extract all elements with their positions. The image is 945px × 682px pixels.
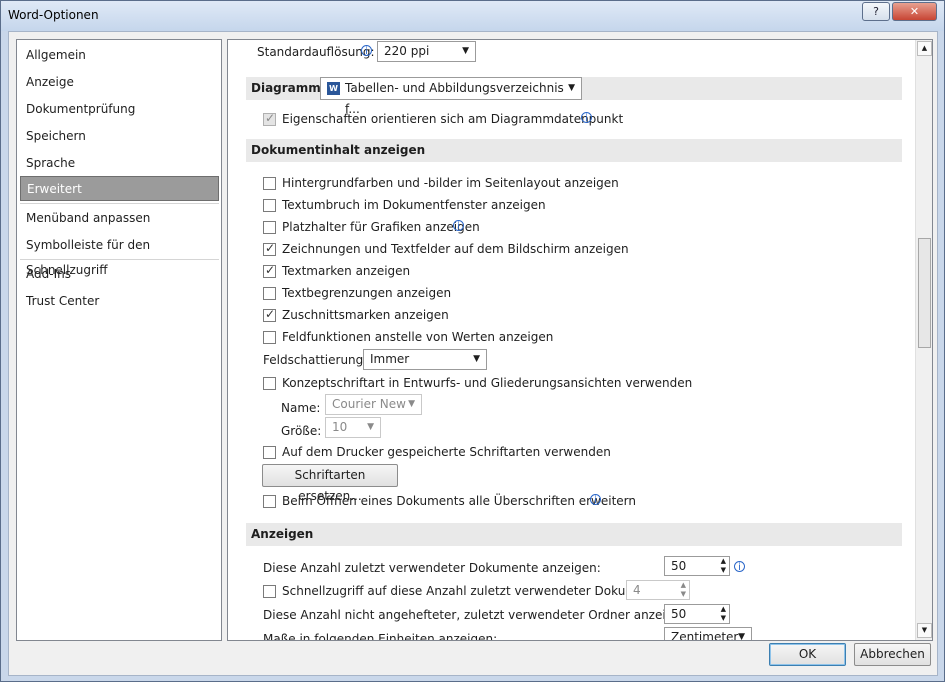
font-name-combo[interactable]: Courier New ▼ (325, 394, 422, 415)
nav-item-allgemein[interactable]: Allgemein (20, 43, 219, 68)
dialog-client-area: Allgemein Anzeige Dokumentprüfung Speich… (8, 31, 938, 676)
font-name-label: Name: (281, 401, 321, 415)
font-size-combo[interactable]: 10 ▼ (325, 417, 381, 438)
word-document-icon: W (327, 82, 340, 95)
section-header-anzeigen: Anzeigen (246, 523, 902, 546)
nav-item-erweitert[interactable]: Erweitert (20, 176, 219, 201)
nav-item-menueband-anpassen[interactable]: Menüband anpassen (20, 206, 219, 231)
ok-button[interactable]: OK (769, 643, 846, 666)
recent-folders-label: Diese Anzahl nicht angehefteter, zuletzt… (263, 608, 693, 622)
section-title: Dokumentinhalt anzeigen (251, 143, 426, 157)
scroll-down-arrow-icon[interactable]: ▼ (917, 623, 932, 638)
scroll-up-arrow-icon[interactable]: ▲ (917, 41, 932, 56)
nav-item-dokumentpruefung[interactable]: Dokumentprüfung (20, 97, 219, 122)
option-label: Zeichnungen und Textfelder auf dem Bilds… (282, 242, 629, 256)
nav-item-speichern[interactable]: Speichern (20, 124, 219, 149)
option-label: Textbegrenzungen anzeigen (282, 286, 452, 300)
info-icon: i (453, 220, 464, 232)
info-icon: i (361, 45, 372, 57)
document-combo[interactable]: W Tabellen- und Abbildungsverzeichnis f.… (320, 77, 582, 116)
option-label: Textmarken anzeigen (282, 264, 411, 278)
word-options-dialog: Word-Optionen ? ✕ Allgemein Anzeige Doku… (0, 0, 945, 682)
recent-docs-spinner[interactable]: 50 ▲ ▼ (664, 556, 730, 576)
orient-datapoint-checkbox[interactable] (263, 111, 276, 126)
option-checkbox[interactable] (263, 177, 276, 190)
cancel-button[interactable]: Abbrechen (854, 643, 931, 666)
printer-fonts-checkbox[interactable] (263, 446, 276, 459)
option-checkbox[interactable] (263, 263, 276, 278)
nav-item-anzeige[interactable]: Anzeige (20, 70, 219, 95)
printer-fonts-label: Auf dem Drucker gespeicherte Schriftarte… (282, 445, 611, 459)
scrollbar-thumb[interactable] (918, 238, 931, 348)
close-button[interactable]: ✕ (892, 2, 937, 21)
draft-font-label: Konzeptschriftart in Entwurfs- und Glied… (282, 376, 693, 390)
section-header-dokumentinhalt: Dokumentinhalt anzeigen (246, 139, 902, 162)
info-icon: i (581, 112, 592, 124)
option-label: Textumbruch im Dokumentfenster anzeigen (282, 198, 546, 212)
options-category-list: Allgemein Anzeige Dokumentprüfung Speich… (16, 39, 222, 641)
nav-item-symbolleiste[interactable]: Symbolleiste für den Schnellzugriff (20, 233, 219, 277)
section-title: Anzeigen (251, 527, 314, 541)
resolution-combo[interactable]: 220 ppi ▼ (377, 41, 476, 62)
field-shading-label: Feldschattierung: (263, 353, 368, 367)
help-button[interactable]: ? (862, 2, 890, 21)
option-checkbox[interactable] (263, 287, 276, 300)
info-icon: i (734, 561, 745, 573)
vertical-scrollbar[interactable]: ▲ ▼ (915, 40, 932, 640)
nav-item-trust-center[interactable]: Trust Center (20, 289, 219, 314)
option-checkbox[interactable] (263, 221, 276, 234)
info-icon: i (590, 494, 601, 506)
nav-item-sprache[interactable]: Sprache (20, 151, 219, 176)
section-title: Diagramm (251, 81, 321, 95)
expand-headings-checkbox[interactable] (263, 495, 276, 508)
nav-divider (20, 259, 219, 260)
option-checkbox[interactable] (263, 241, 276, 256)
advanced-options-panel: Standardauflösung: i 220 ppi ▼ Diagramm W… (227, 39, 933, 641)
option-checkbox[interactable] (263, 199, 276, 212)
option-label: Feldfunktionen anstelle von Werten anzei… (282, 330, 554, 344)
orient-datapoint-label: Eigenschaften orientieren sich am Diagra… (282, 112, 624, 126)
field-shading-combo[interactable]: Immer ▼ (363, 349, 487, 370)
quick-access-label: Schnellzugriff auf diese Anzahl zuletzt … (282, 584, 669, 598)
recent-docs-label: Diese Anzahl zuletzt verwendeter Dokumen… (263, 561, 601, 575)
resolution-label: Standardauflösung: (257, 45, 375, 59)
option-label: Platzhalter für Grafiken anzeigen (282, 220, 480, 234)
nav-item-add-ins[interactable]: Add-Ins (20, 262, 219, 287)
option-checkbox[interactable] (263, 307, 276, 322)
option-label: Hintergrundfarben und -bilder im Seitenl… (282, 176, 619, 190)
quick-access-checkbox[interactable] (263, 585, 276, 598)
units-combo[interactable]: Zentimeter ▼ (664, 627, 752, 640)
window-title: Word-Optionen (8, 8, 99, 22)
nav-divider (20, 203, 219, 204)
quick-access-spinner[interactable]: 4 ▲ ▼ (626, 580, 690, 600)
replace-fonts-button[interactable]: Schriftarten ersetzen... (262, 464, 398, 503)
draft-font-checkbox[interactable] (263, 377, 276, 390)
option-label: Zuschnittsmarken anzeigen (282, 308, 449, 322)
recent-folders-spinner[interactable]: 50 ▲ ▼ (664, 604, 730, 624)
font-size-label: Größe: (281, 424, 322, 438)
option-checkbox[interactable] (263, 331, 276, 344)
title-bar: Word-Optionen ? ✕ (1, 1, 944, 31)
expand-headings-label: Beim Öffnen eines Dokuments alle Übersch… (282, 494, 637, 508)
units-label: Maße in folgenden Einheiten anzeigen: (263, 632, 498, 641)
